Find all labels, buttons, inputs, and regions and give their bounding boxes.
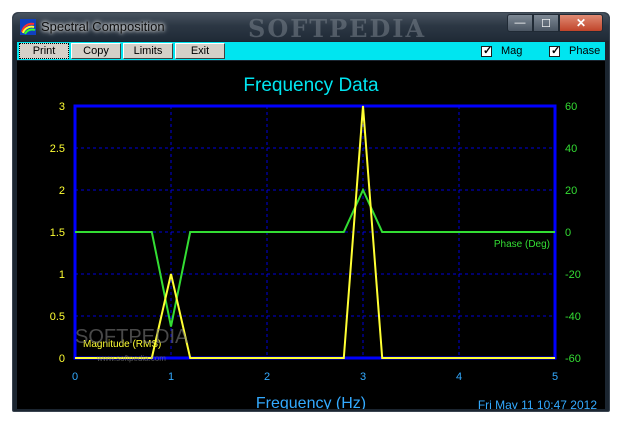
phase-checkbox-box[interactable]: ✓	[549, 44, 561, 57]
window-title: Spectral Composition	[41, 19, 165, 34]
watermark-logo: SOFTPEDIA	[248, 14, 427, 43]
phase-legend-label: Phase (Deg)	[494, 239, 550, 250]
mag-checkbox-label: Mag	[501, 45, 523, 57]
close-icon: ✕	[575, 16, 587, 30]
y2-tick-label: 60	[565, 101, 577, 113]
phase-series-line	[75, 187, 555, 327]
x-tick-label: 2	[264, 371, 270, 383]
copy-button[interactable]: Copy	[71, 43, 121, 59]
watermark-logo: SOFTPEDIA	[75, 326, 189, 348]
x-tick-label: 0	[72, 371, 78, 383]
frequency-chart: 0 1 2 3 4 5 0 0.5 1 1.5 2 2.5 3 -60 -40 -20 0 20 40 60 Freq…	[50, 75, 598, 412]
print-button[interactable]: Print	[19, 43, 69, 59]
toolbar: Print Copy Limits Exit ✓ Mag ✓ Phase	[17, 42, 605, 60]
minimize-icon: —	[514, 17, 526, 29]
maximize-icon: ☐	[541, 17, 551, 30]
chart-title: Frequency Data	[243, 75, 379, 96]
maximize-button[interactable]: ☐	[533, 14, 559, 32]
watermark-url: www.softpedia.com	[96, 354, 166, 363]
limits-button[interactable]: Limits	[123, 43, 173, 59]
y2-tick-label: 40	[565, 143, 577, 155]
title-bar[interactable]: Spectral Composition SOFTPEDIA — ☐ ✕	[13, 13, 609, 43]
y-tick-label: 1.5	[50, 227, 65, 239]
phase-checkbox-label: Phase	[569, 45, 601, 57]
y-tick-label: 2.5	[50, 143, 65, 155]
y-tick-label: 0	[59, 353, 65, 365]
y2-tick-label: -40	[565, 311, 581, 323]
check-icon: ✓	[551, 44, 561, 57]
y-tick-label: 1	[59, 269, 65, 281]
app-window: Spectral Composition SOFTPEDIA — ☐ ✕ Pri…	[12, 12, 610, 412]
y2-tick-label: -20	[565, 269, 581, 281]
exit-button[interactable]: Exit	[175, 43, 225, 59]
x-tick-label: 1	[168, 371, 174, 383]
x-tick-label: 4	[456, 371, 462, 383]
x-axis-label: Frequency (Hz)	[256, 395, 366, 409]
x-tick-label: 5	[552, 371, 558, 383]
x-tick-label: 3	[360, 371, 366, 383]
y2-tick-label: 20	[565, 185, 577, 197]
close-button[interactable]: ✕	[559, 14, 603, 32]
y2-tick-label: -60	[565, 353, 581, 365]
y-tick-label: 3	[59, 101, 65, 113]
app-icon	[20, 19, 36, 35]
timestamp: Fri May 11 10:47 2012	[478, 398, 598, 409]
series-lines	[75, 105, 555, 359]
mag-checkbox[interactable]: ✓ Mag	[481, 44, 522, 58]
minimize-button[interactable]: —	[507, 14, 533, 32]
y-tick-label: 2	[59, 185, 65, 197]
mag-checkbox-box[interactable]: ✓	[481, 44, 493, 57]
phase-checkbox[interactable]: ✓ Phase	[549, 44, 600, 58]
check-icon: ✓	[483, 44, 493, 57]
y-tick-label: 0.5	[50, 311, 65, 323]
plot-area: 0 1 2 3 4 5 0 0.5 1 1.5 2 2.5 3 -60 -40 -20 0 20 40 60 Freq…	[17, 61, 605, 412]
y2-tick-label: 0	[565, 227, 571, 239]
